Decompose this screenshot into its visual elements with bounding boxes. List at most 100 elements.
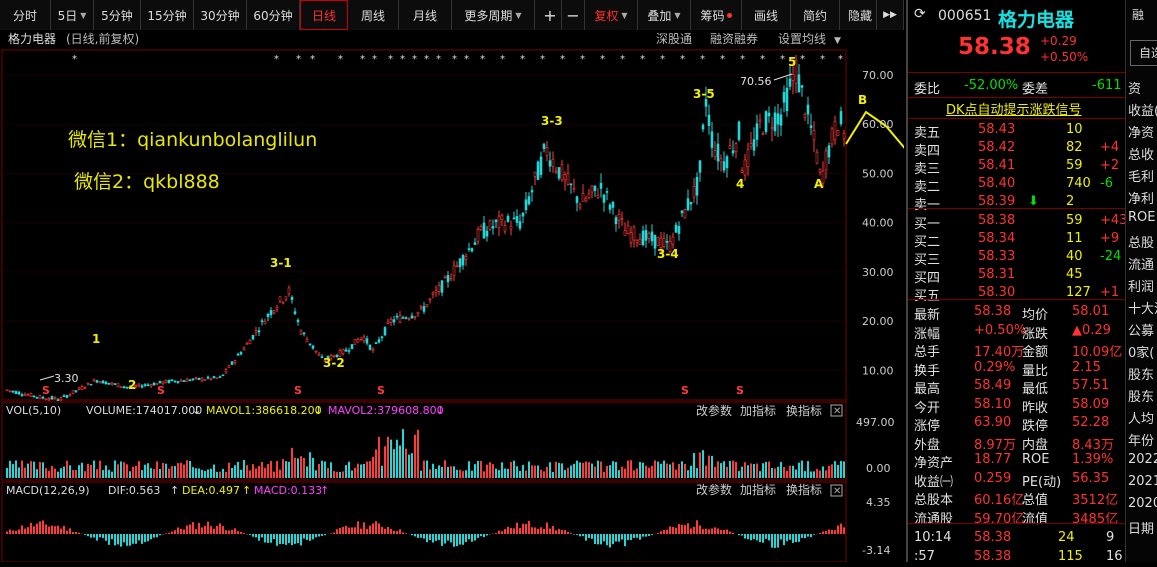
event-star-icon[interactable]: *: [372, 54, 377, 65]
book-row[interactable]: 买五 58.30 127 +1: [908, 283, 1127, 303]
event-star-icon[interactable]: *: [680, 54, 685, 65]
book-row[interactable]: 买三 58.33 40 -24: [908, 247, 1127, 267]
event-star-icon[interactable]: *: [520, 54, 525, 65]
vol-close-x-icon[interactable]: ✕: [833, 406, 841, 417]
event-star-icon[interactable]: *: [72, 54, 77, 65]
event-star-icon[interactable]: *: [360, 54, 365, 65]
event-star-icon[interactable]: *: [800, 54, 805, 65]
vol-edit-params-link[interactable]: 改参数: [696, 403, 732, 418]
event-star-icon[interactable]: *: [700, 54, 705, 65]
link-ma-settings[interactable]: 设置均线: [778, 32, 826, 46]
event-star-icon[interactable]: *: [296, 54, 301, 65]
macd-add-indicator-link[interactable]: 加指标: [740, 482, 776, 497]
ma-settings-chevron-icon[interactable]: ▼: [834, 36, 841, 46]
period-tab-more[interactable]: 更多周期▼: [452, 0, 535, 30]
signal-s-icon[interactable]: S: [736, 384, 744, 397]
event-star-icon[interactable]: *: [540, 54, 545, 65]
reload-icon[interactable]: ⟳: [914, 6, 926, 22]
signal-s-icon[interactable]: S: [294, 384, 302, 397]
event-star-icon[interactable]: *: [480, 54, 485, 65]
book-row[interactable]: 买一 58.38 59 +43: [908, 211, 1127, 231]
event-star-icon[interactable]: *: [780, 54, 785, 65]
overlay-button[interactable]: 叠加▼: [638, 0, 691, 30]
book-row[interactable]: 卖一 58.39 2 ⬇: [908, 192, 1127, 212]
macd-edit-params-link[interactable]: 改参数: [696, 482, 732, 497]
f10-item[interactable]: 十大流: [1128, 298, 1157, 317]
signal-s-icon[interactable]: S: [42, 384, 50, 397]
book-row[interactable]: 卖五 58.43 10: [908, 120, 1127, 140]
event-star-icon[interactable]: *: [400, 54, 405, 65]
book-row[interactable]: 卖三 58.41 59 +2: [908, 156, 1127, 176]
expand-right-icon[interactable]: ▶▶: [877, 0, 904, 30]
book-row[interactable]: 买四 58.31 45: [908, 265, 1127, 285]
zoom-out-button[interactable]: −: [562, 0, 585, 30]
f10-item[interactable]: 2020: [1128, 496, 1157, 511]
book-row[interactable]: 卖二 58.40 740 -6: [908, 174, 1127, 194]
signal-s-icon[interactable]: S: [681, 384, 689, 397]
draw-line-button[interactable]: 画线: [742, 0, 791, 30]
event-star-icon[interactable]: *: [600, 54, 605, 65]
f10-item[interactable]: 人均: [1128, 408, 1154, 427]
period-tab-5day[interactable]: 5日▼: [51, 0, 94, 30]
book-row[interactable]: 买二 58.34 11 +9: [908, 229, 1127, 249]
kline-chart-svg[interactable]: 格力电器 (日线,前复权) 深股通 融资融券 设置均线 ▼ 70.0060.00…: [0, 30, 904, 562]
simple-mode-button[interactable]: 简约: [791, 0, 840, 30]
event-star-icon[interactable]: *: [580, 54, 585, 65]
period-tab-weekly[interactable]: 周线: [348, 0, 399, 30]
f10-item[interactable]: 毛利: [1128, 166, 1154, 185]
f10-item[interactable]: 年份: [1128, 430, 1154, 449]
event-star-icon[interactable]: *: [452, 54, 457, 65]
period-tab-15min[interactable]: 15分钟: [141, 0, 194, 30]
signal-s-icon[interactable]: S: [157, 384, 165, 397]
link-hk-connect[interactable]: 深股通: [656, 32, 692, 46]
f10-item[interactable]: 资: [1128, 78, 1141, 97]
period-tab-daily[interactable]: 日线: [300, 0, 348, 30]
book-row[interactable]: 卖四 58.42 82 +4: [908, 138, 1127, 158]
event-star-icon[interactable]: *: [388, 54, 393, 65]
zoom-in-button[interactable]: +: [539, 0, 562, 30]
period-tab-5min[interactable]: 5分钟: [94, 0, 141, 30]
add-favorite-button[interactable]: 自选: [1130, 40, 1157, 66]
f10-item[interactable]: 收益(: [1128, 100, 1157, 119]
f10-item[interactable]: 净利: [1128, 188, 1154, 207]
event-star-icon[interactable]: *: [720, 54, 725, 65]
hide-button[interactable]: 隐藏: [840, 0, 877, 30]
f10-item[interactable]: 净资: [1128, 122, 1154, 141]
vol-add-indicator-link[interactable]: 加指标: [740, 403, 776, 418]
event-star-icon[interactable]: *: [620, 54, 625, 65]
period-tab-intraday[interactable]: 分时: [0, 0, 51, 30]
f10-item[interactable]: 公募: [1128, 320, 1154, 339]
event-star-icon[interactable]: *: [464, 54, 469, 65]
f10-item[interactable]: 日期: [1128, 518, 1154, 537]
macd-switch-indicator-link[interactable]: 换指标: [786, 482, 822, 497]
event-star-icon[interactable]: *: [838, 54, 843, 65]
vol-switch-indicator-link[interactable]: 换指标: [786, 403, 822, 418]
f10-item[interactable]: 2021: [1128, 474, 1157, 489]
event-star-icon[interactable]: *: [660, 54, 665, 65]
f10-item[interactable]: 2022: [1128, 452, 1157, 467]
f10-item[interactable]: 0家(: [1128, 342, 1154, 361]
f10-item[interactable]: 流通: [1128, 254, 1154, 273]
link-margin-trading[interactable]: 融资融券: [710, 31, 758, 46]
event-star-icon[interactable]: *: [760, 54, 765, 65]
event-star-icon[interactable]: *: [436, 54, 441, 65]
f10-item[interactable]: 总股: [1128, 232, 1154, 251]
signal-s-icon[interactable]: S: [377, 384, 385, 397]
f10-item[interactable]: 股东: [1128, 386, 1154, 405]
f10-item[interactable]: 利润: [1128, 276, 1154, 295]
event-star-icon[interactable]: *: [740, 54, 745, 65]
period-tab-60min[interactable]: 60分钟: [247, 0, 300, 30]
event-star-icon[interactable]: *: [274, 54, 279, 65]
chip-button[interactable]: 筹码: [691, 0, 742, 30]
signal-title-link[interactable]: DK点自动提示涨跌信号: [946, 99, 1082, 118]
f10-item[interactable]: 股东: [1128, 364, 1154, 383]
event-star-icon[interactable]: *: [338, 54, 343, 65]
event-star-icon[interactable]: *: [560, 54, 565, 65]
f10-tab[interactable]: 融: [1132, 6, 1144, 23]
event-star-icon[interactable]: *: [424, 54, 429, 65]
event-star-icon[interactable]: *: [412, 54, 417, 65]
period-tab-monthly[interactable]: 月线: [399, 0, 452, 30]
macd-close-x-icon[interactable]: ✕: [833, 486, 841, 497]
event-star-icon[interactable]: *: [500, 54, 505, 65]
f10-item[interactable]: ROE: [1128, 210, 1155, 225]
